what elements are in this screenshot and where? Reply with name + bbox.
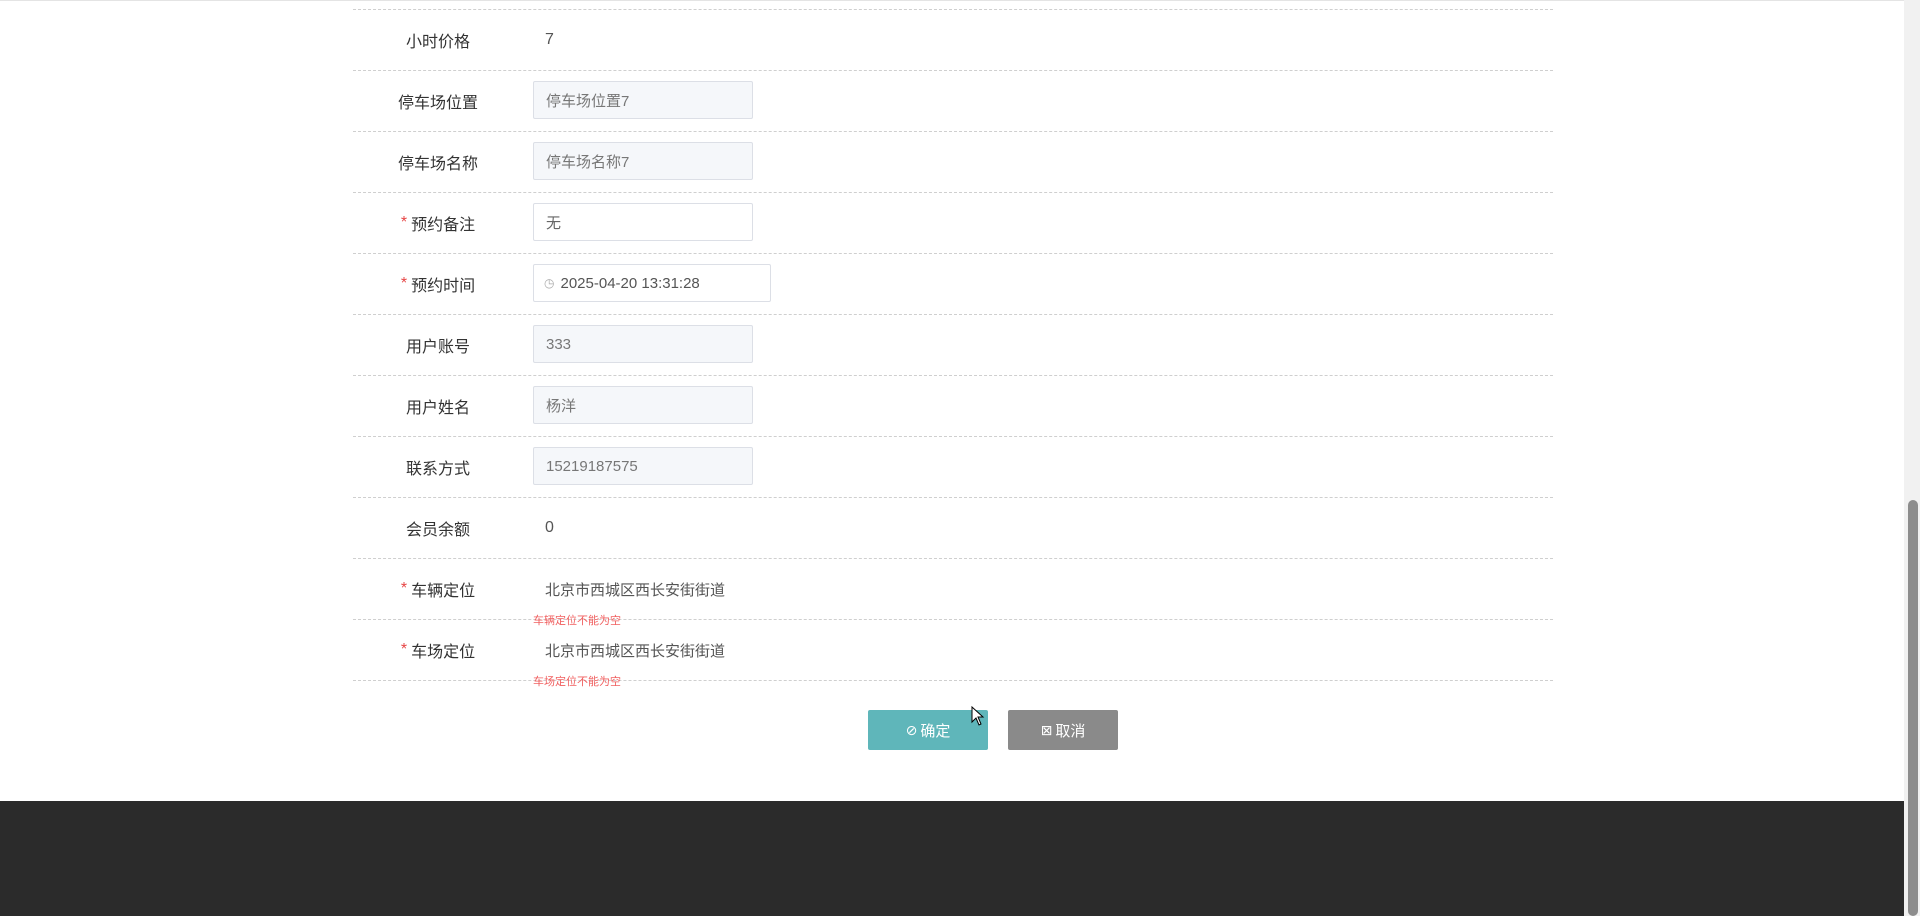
form-row-vehicle-location: * 车辆定位 北京市西城区西长安街街道 车辆定位不能为空 [353, 559, 1553, 627]
form-row-booking-note: * 预约备注 无 [353, 193, 1553, 254]
booking-form: 小时价格 7 停车场位置 停车场位置7 停车场名称 停车场名称7 * 预约备注 … [353, 9, 1553, 688]
form-row-lot-location: * 车场定位 北京市西城区西长安街街道 车场定位不能为空 [353, 620, 1553, 688]
required-mark: * [400, 275, 408, 292]
vehicle-location-label: 车辆定位 [411, 583, 476, 600]
parking-name-label: 停车场名称 [397, 156, 478, 173]
parking-location-field[interactable]: 停车场位置7 [533, 81, 753, 119]
form-row-hourly-price: 小时价格 7 [353, 9, 1553, 71]
user-account-field[interactable]: 333 [533, 325, 753, 363]
lot-location-field[interactable]: 北京市西城区西长安街街道 [545, 620, 745, 680]
form-row-parking-location: 停车场位置 停车场位置7 [353, 71, 1553, 132]
booking-time-value: 2025-04-20 13:31:28 [560, 274, 700, 292]
form-row-contact: 联系方式 15219187575 [353, 437, 1553, 498]
hourly-price-label: 小时价格 [405, 34, 470, 51]
member-balance-label: 会员余额 [405, 522, 470, 539]
form-row-user-name: 用户姓名 杨洋 [353, 376, 1553, 437]
clock-icon: ◷ [544, 276, 555, 290]
vehicle-location-field[interactable]: 北京市西城区西长安街街道 [545, 559, 745, 619]
booking-note-label-wrap: * 预约备注 [353, 193, 523, 253]
booking-note-field[interactable]: 无 [533, 203, 753, 241]
close-square-icon: ⊠ [1040, 721, 1053, 738]
user-name-field[interactable]: 杨洋 [533, 386, 753, 424]
confirm-label: 确定 [920, 722, 951, 740]
lot-location-label-wrap: * 车场定位 [353, 620, 523, 680]
form-row-user-account: 用户账号 333 [353, 315, 1553, 376]
cancel-label: 取消 [1055, 722, 1086, 740]
contact-label: 联系方式 [405, 461, 470, 478]
booking-note-label: 预约备注 [411, 217, 476, 234]
cancel-button[interactable]: ⊠ 取消 [1008, 710, 1118, 750]
top-divider [0, 0, 1904, 1]
scrollbar-thumb[interactable] [1908, 500, 1918, 916]
required-mark: * [400, 641, 408, 658]
user-name-label: 用户姓名 [405, 400, 470, 417]
lot-location-error: 车场定位不能为空 [533, 676, 621, 688]
required-mark: * [400, 214, 408, 231]
member-balance-value: 0 [545, 519, 554, 536]
parking-location-label: 停车场位置 [397, 95, 478, 112]
form-row-member-balance: 会员余额 0 [353, 498, 1553, 559]
hourly-price-value: 7 [545, 31, 554, 48]
parking-name-field[interactable]: 停车场名称7 [533, 142, 753, 180]
lot-location-label: 车场定位 [411, 644, 476, 661]
required-mark: * [400, 580, 408, 597]
booking-time-picker[interactable]: ◷ 2025-04-20 13:31:28 [533, 264, 771, 302]
check-circle-icon: ⊘ [905, 721, 918, 738]
page-footer [0, 801, 1904, 916]
form-row-booking-time: * 预约时间 ◷ 2025-04-20 13:31:28 [353, 254, 1553, 315]
booking-time-label-wrap: * 预约时间 [353, 254, 523, 314]
vehicle-location-label-wrap: * 车辆定位 [353, 559, 523, 619]
mouse-cursor-icon [971, 706, 985, 726]
scrollbar[interactable] [1904, 0, 1920, 916]
booking-time-label: 预约时间 [411, 278, 476, 295]
contact-field[interactable]: 15219187575 [533, 447, 753, 485]
confirm-button[interactable]: ⊘ 确定 [868, 710, 988, 750]
form-row-parking-name: 停车场名称 停车场名称7 [353, 132, 1553, 193]
user-account-label: 用户账号 [405, 339, 470, 356]
